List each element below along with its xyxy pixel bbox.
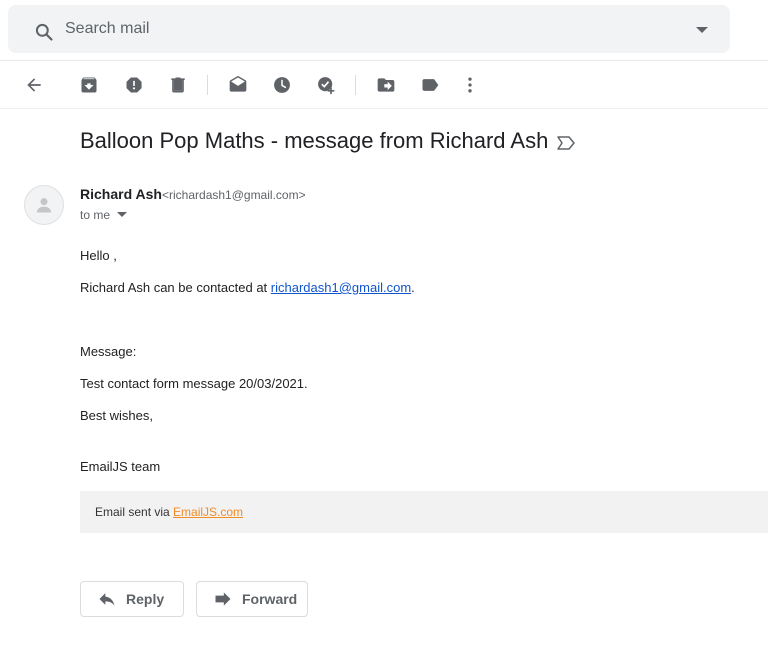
- toolbar-top-divider: [0, 60, 768, 61]
- more-vert-icon[interactable]: [459, 74, 481, 96]
- greeting-text: Hello ,: [80, 248, 117, 263]
- search-options-chevron-down-icon[interactable]: [696, 26, 708, 34]
- toolbar-divider: [355, 75, 356, 95]
- reply-label: Reply: [126, 591, 165, 607]
- footer-text: Email sent via EmailJS.com: [95, 505, 243, 519]
- sign-off-text: Best wishes,: [80, 408, 153, 423]
- forward-icon: [215, 592, 231, 606]
- contact-line: Richard Ash can be contacted at richarda…: [80, 280, 415, 295]
- search-input[interactable]: [65, 16, 665, 42]
- emailjs-link[interactable]: EmailJS.com: [173, 505, 243, 519]
- reply-button[interactable]: Reply: [80, 581, 184, 617]
- footer-prefix: Email sent via: [95, 505, 174, 519]
- team-signature: EmailJS team: [80, 459, 161, 474]
- toolbar-divider: [207, 75, 208, 95]
- labels-icon[interactable]: [419, 74, 441, 96]
- search-bar: [8, 5, 730, 53]
- forward-label: Forward: [242, 591, 298, 607]
- archive-icon[interactable]: [78, 74, 100, 96]
- sender-name[interactable]: Richard Ash: [80, 186, 162, 202]
- email-subject: Balloon Pop Maths - message from Richard…: [80, 128, 549, 153]
- report-spam-icon[interactable]: [123, 74, 145, 96]
- back-arrow-icon[interactable]: [23, 74, 45, 96]
- contact-suffix: .: [411, 280, 415, 295]
- show-details-chevron-down-icon[interactable]: [117, 212, 127, 218]
- toolbar-bottom-divider: [0, 108, 768, 109]
- sender-email: <richardash1@gmail.com>: [162, 188, 306, 202]
- search-icon[interactable]: [34, 22, 54, 42]
- add-to-tasks-icon[interactable]: [315, 74, 337, 96]
- message-text: Test contact form message 20/03/2021.: [80, 376, 308, 391]
- message-label: Message:: [80, 344, 137, 359]
- move-to-icon[interactable]: [375, 74, 397, 96]
- forward-button[interactable]: Forward: [196, 581, 308, 617]
- delete-icon[interactable]: [167, 74, 189, 96]
- reply-icon: [99, 593, 115, 606]
- default-avatar-person-icon: [36, 198, 52, 213]
- email-footer: Email sent via EmailJS.com: [80, 491, 768, 533]
- snooze-icon[interactable]: [271, 74, 293, 96]
- mark-unread-icon[interactable]: [227, 74, 249, 96]
- recipient-label: to me: [80, 208, 111, 222]
- contact-email-link[interactable]: richardash1@gmail.com: [271, 280, 411, 295]
- contact-prefix: Richard Ash can be contacted at: [80, 280, 271, 295]
- avatar[interactable]: [24, 185, 64, 225]
- important-marker-icon[interactable]: [556, 135, 576, 151]
